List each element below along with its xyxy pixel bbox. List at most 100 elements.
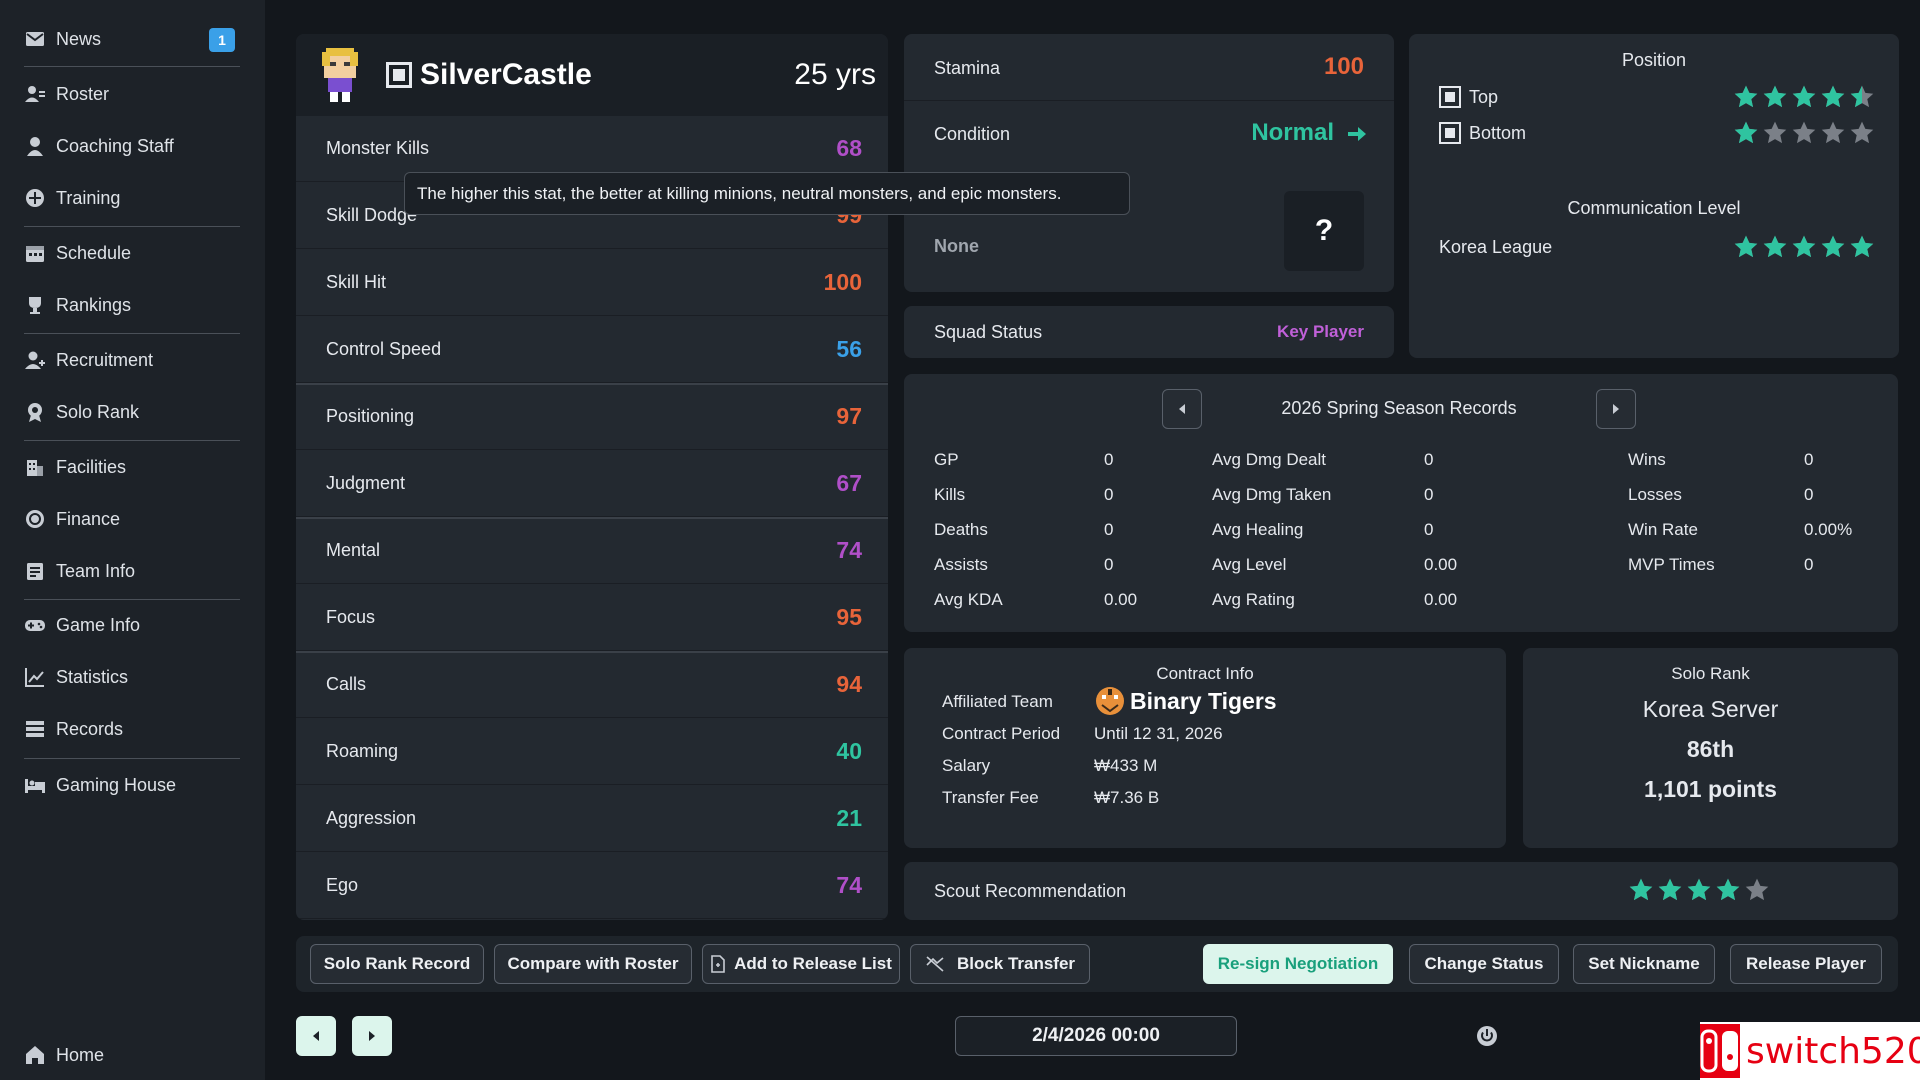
stat-row[interactable]: Calls 94 <box>296 652 888 718</box>
gamepad-icon <box>24 614 46 636</box>
sidebar-item-gaming-house[interactable]: Gaming House <box>24 765 240 805</box>
record-label: Avg Rating <box>1212 590 1295 609</box>
team-name[interactable]: Binary Tigers <box>1130 688 1277 715</box>
resign-negotiation-button[interactable]: Re-sign Negotiation <box>1203 944 1393 984</box>
sidebar-item-label: Statistics <box>56 666 129 687</box>
prev-season-button[interactable] <box>1162 389 1202 429</box>
sidebar-item-coaching-staff[interactable]: Coaching Staff <box>24 126 240 166</box>
sidebar-item-label: Facilities <box>56 456 127 477</box>
stamina-label: Stamina <box>934 58 1001 78</box>
power-icon[interactable] <box>1476 1025 1498 1052</box>
sidebar-item-facilities[interactable]: Facilities <box>24 447 240 487</box>
release-player-button[interactable]: Release Player <box>1730 944 1882 984</box>
nav-divider <box>24 599 240 600</box>
add-release-list-button[interactable]: Add to Release List <box>702 944 900 984</box>
stat-row[interactable]: Skill Hit 100 <box>296 250 888 316</box>
change-status-button[interactable]: Change Status <box>1409 944 1559 984</box>
solo-rank-record-button[interactable]: Solo Rank Record <box>310 944 484 984</box>
position-name: Bottom <box>1469 122 1527 143</box>
star-icon <box>1792 121 1816 144</box>
record-value: 0.00 <box>1424 590 1458 609</box>
sidebar-item-game-info[interactable]: Game Info <box>24 605 240 645</box>
condition-label: Condition <box>934 124 1011 144</box>
star-icon <box>1687 878 1711 901</box>
star-icon <box>1629 878 1653 901</box>
block-transfer-button[interactable]: Block Transfer <box>910 944 1090 984</box>
stat-row[interactable]: Mental 74 <box>296 518 888 584</box>
sidebar-item-records[interactable]: Records <box>24 709 240 749</box>
game-date-display[interactable]: 2/4/2026 00:00 <box>955 1016 1237 1056</box>
stat-row[interactable]: Control Speed 56 <box>296 317 888 383</box>
next-season-button[interactable] <box>1596 389 1636 429</box>
sidebar-item-finance[interactable]: Finance <box>24 499 240 539</box>
trophy-icon <box>24 294 46 316</box>
role-bottom-icon <box>1439 122 1461 144</box>
sidebar-item-recruitment[interactable]: Recruitment <box>24 340 240 380</box>
back-button[interactable] <box>296 1016 336 1056</box>
solo-rank-server: Korea Server <box>1642 696 1779 722</box>
record-value: 0 <box>1424 450 1434 469</box>
set-nickname-button[interactable]: Set Nickname <box>1573 944 1715 984</box>
stat-name: Control Speed <box>326 339 442 359</box>
record-label: Wins <box>1628 450 1666 469</box>
stat-name: Mental <box>326 540 381 560</box>
trait-slot[interactable]: ? <box>1284 191 1364 271</box>
salary-label: Salary <box>942 756 991 775</box>
watermark-text: switch520 <box>1746 1030 1920 1072</box>
squad-status-value[interactable]: Key Player <box>1277 322 1364 342</box>
sidebar-item-home[interactable]: Home <box>24 1035 240 1075</box>
position-panel: Position Top Bottom Communication Level … <box>1409 34 1899 358</box>
scout-stars <box>1628 877 1770 903</box>
record-label: Assists <box>934 555 988 574</box>
stat-row[interactable]: Aggression 21 <box>296 786 888 852</box>
sidebar-item-schedule[interactable]: Schedule <box>24 233 240 273</box>
star-icon <box>1658 878 1682 901</box>
stat-row[interactable]: Roaming 40 <box>296 719 888 785</box>
scout-panel: Scout Recommendation <box>904 862 1898 920</box>
switch-logo <box>1700 1024 1740 1078</box>
transfer-fee-label: Transfer Fee <box>942 788 1039 807</box>
record-value: 0 <box>1104 485 1114 504</box>
sidebar-item-team-info[interactable]: Team Info <box>24 551 240 591</box>
medal-icon <box>24 401 46 423</box>
stat-value: 56 <box>836 336 862 362</box>
sidebar-item-label: Records <box>56 718 124 739</box>
star-icon <box>1763 235 1787 258</box>
forward-button[interactable] <box>352 1016 392 1056</box>
sidebar-item-roster[interactable]: Roster <box>24 74 240 114</box>
star-icon <box>1734 121 1758 144</box>
compare-roster-button[interactable]: Compare with Roster <box>494 944 692 984</box>
nav-divider <box>24 758 240 759</box>
sidebar-item-solo-rank[interactable]: Solo Rank <box>24 392 240 432</box>
stat-value: 74 <box>836 872 862 898</box>
stat-row[interactable]: Focus 95 <box>296 585 888 651</box>
stamina-value: 100 <box>1323 53 1364 80</box>
stat-row[interactable]: Judgment 67 <box>296 451 888 517</box>
contract-period-value: Until 12 31, 2026 <box>1094 724 1223 743</box>
stat-name: Judgment <box>326 473 406 493</box>
communication-stars <box>1733 234 1875 260</box>
record-label: Deaths <box>934 520 988 539</box>
stat-row[interactable]: Ego 74 <box>296 853 888 919</box>
stat-row[interactable]: Positioning 97 <box>296 384 888 450</box>
sidebar-item-news[interactable]: News <box>24 19 240 59</box>
position-bottom-stars <box>1733 120 1875 146</box>
solo-rank-panel: Solo Rank Korea Server 86th 1,101 points <box>1523 648 1898 848</box>
salary-value: ₩433 M <box>1094 756 1158 775</box>
news-count-badge: 1 <box>209 28 235 52</box>
stat-name: Aggression <box>326 808 417 828</box>
sidebar-item-training[interactable]: Training <box>24 178 240 218</box>
stat-value: 94 <box>836 671 862 697</box>
solo-rank-title: Solo Rank <box>1671 664 1750 683</box>
role-icon <box>386 62 412 88</box>
sidebar-item-statistics[interactable]: Statistics <box>24 657 240 697</box>
nav-divider <box>24 440 240 441</box>
position-row-top: Top <box>1439 86 1498 108</box>
nav-divider <box>24 333 240 334</box>
coach-icon <box>24 135 46 157</box>
sidebar-item-label: Training <box>56 187 121 208</box>
player-header: SilverCastle 25 yrs <box>296 34 888 116</box>
sidebar-item-label: Schedule <box>56 242 132 263</box>
sidebar-item-rankings[interactable]: Rankings <box>24 285 240 325</box>
role-top-icon <box>1439 86 1461 108</box>
